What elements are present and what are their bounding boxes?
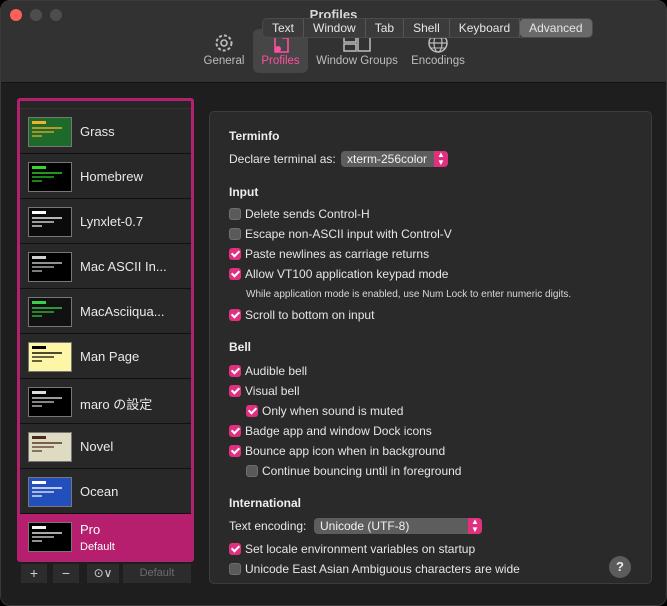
tab-shell[interactable]: Shell <box>404 19 450 37</box>
profile-list[interactable]: Grass Homebrew Lynxlet-0.7 Mac ASCII In... M… <box>17 98 194 562</box>
gear-icon <box>201 29 247 55</box>
profile-name: maro の設定 <box>80 397 153 412</box>
profile-preview-thumbnail <box>28 117 72 147</box>
profile-name: Lynxlet-0.7 <box>80 214 144 229</box>
option-checkbox[interactable] <box>229 543 241 555</box>
profile-row[interactable]: Pro Default <box>20 514 191 559</box>
chevron-updown-icon: ▲ ▼ <box>468 518 482 534</box>
scroll-to-bottom-checkbox[interactable] <box>229 309 241 321</box>
international-heading: International <box>229 496 302 510</box>
tab-tab[interactable]: Tab <box>366 19 405 37</box>
profile-row[interactable]: MacAsciiqua... <box>20 289 191 334</box>
option-label: Continue bouncing until in foreground <box>262 464 462 478</box>
profile-preview-thumbnail <box>28 432 72 462</box>
toolbar: Profiles General Profiles Window Groups … <box>1 1 666 83</box>
profile-default-label: Default <box>80 541 115 553</box>
option-label: Paste newlines as carriage returns <box>245 247 430 261</box>
profile-row[interactable]: Man Page <box>20 334 191 379</box>
profile-name: Ocean <box>80 484 119 499</box>
profile-name: Homebrew <box>80 169 143 184</box>
option-label: Audible bell <box>245 364 308 378</box>
profile-row[interactable]: Homebrew <box>20 154 191 199</box>
profile-name: Pro <box>80 522 101 537</box>
option-checkbox[interactable] <box>229 425 241 437</box>
tab-text[interactable]: Text <box>263 19 305 37</box>
text-encoding-popup[interactable]: Unicode (UTF-8) ▲ ▼ <box>314 518 482 534</box>
profile-name: Mac ASCII In... <box>80 259 167 274</box>
profile-preview-thumbnail <box>28 387 72 417</box>
add-profile-button[interactable]: + <box>21 564 47 583</box>
profile-name: Man Page <box>80 349 140 364</box>
profile-preview-thumbnail <box>28 342 72 372</box>
profile-row[interactable]: Grass <box>20 109 191 154</box>
option-label: Escape non-ASCII input with Control-V <box>245 227 452 241</box>
toolbar-general[interactable]: General <box>201 29 247 73</box>
profile-list-footer: + − ⊙∨ Default <box>17 562 194 584</box>
option-checkbox[interactable] <box>229 268 241 280</box>
keypad-mode-note: While application mode is enabled, use N… <box>246 289 572 300</box>
option-label: Bounce app icon when in background <box>245 444 446 458</box>
text-encoding-label: Text encoding: <box>229 519 307 533</box>
tab-keyboard[interactable]: Keyboard <box>450 19 521 37</box>
option-label: Allow VT100 application keypad mode <box>245 267 449 281</box>
profile-name: Grass <box>80 124 115 139</box>
tab-advanced[interactable]: Advanced <box>520 19 592 37</box>
declare-terminal-popup[interactable]: xterm-256color ▲ ▼ <box>341 151 448 167</box>
profile-name: Novel <box>80 439 114 454</box>
profile-preview-thumbnail <box>28 297 72 327</box>
option-checkbox[interactable] <box>246 405 258 417</box>
option-label: Unicode East Asian Ambiguous characters … <box>245 562 520 576</box>
option-checkbox[interactable] <box>229 228 241 240</box>
profile-row[interactable]: Lynxlet-0.7 <box>20 199 191 244</box>
bell-heading: Bell <box>229 340 252 354</box>
option-checkbox[interactable] <box>229 248 241 260</box>
profile-row[interactable]: Novel <box>20 424 191 469</box>
option-label: Set locale environment variables on star… <box>245 542 476 556</box>
preferences-window: Profiles General Profiles Window Groups … <box>0 0 667 606</box>
profile-row[interactable]: Ocean <box>20 469 191 514</box>
option-checkbox[interactable] <box>229 208 241 220</box>
option-label: Delete sends Control-H <box>245 207 370 221</box>
set-default-button[interactable]: Default <box>123 564 191 583</box>
terminfo-heading: Terminfo <box>229 129 280 143</box>
option-checkbox[interactable] <box>246 465 258 477</box>
profile-preview-thumbnail <box>28 207 72 237</box>
help-button[interactable]: ? <box>609 556 631 578</box>
option-label: Visual bell <box>245 384 300 398</box>
option-checkbox[interactable] <box>229 445 241 457</box>
profile-preview-thumbnail <box>28 522 72 552</box>
tab-window[interactable]: Window <box>304 19 366 37</box>
option-label: Only when sound is muted <box>262 404 404 418</box>
input-heading: Input <box>229 185 259 199</box>
profile-row[interactable]: Mac ASCII In... <box>20 244 191 289</box>
option-checkbox[interactable] <box>229 365 241 377</box>
profile-actions-menu[interactable]: ⊙∨ <box>87 564 119 583</box>
option-checkbox[interactable] <box>229 563 241 575</box>
option-checkbox[interactable] <box>229 385 241 397</box>
profile-preview-thumbnail <box>28 162 72 192</box>
profile-name: MacAsciiqua... <box>80 304 165 319</box>
declare-terminal-label: Declare terminal as: <box>229 152 336 166</box>
remove-profile-button[interactable]: − <box>53 564 79 583</box>
option-label: Badge app and window Dock icons <box>245 424 432 438</box>
profile-preview-thumbnail <box>28 252 72 282</box>
profile-preview-thumbnail <box>28 477 72 507</box>
settings-panel <box>209 111 652 584</box>
chevron-updown-icon: ▲ ▼ <box>434 151 448 167</box>
settings-tabs: Text Window Tab Shell Keyboard Advanced <box>262 18 593 38</box>
scroll-to-bottom-label: Scroll to bottom on input <box>245 308 375 322</box>
list-top-partial-row <box>20 101 191 109</box>
profile-row[interactable]: maro の設定 <box>20 379 191 424</box>
